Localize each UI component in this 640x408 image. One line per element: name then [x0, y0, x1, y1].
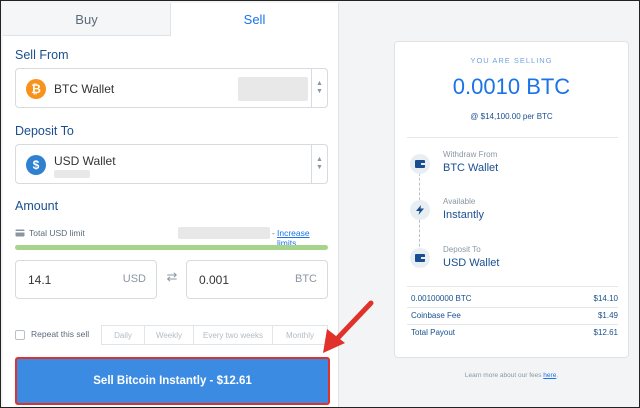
learn-more-text: Learn more about our fees	[464, 372, 542, 379]
swap-arrows-icon[interactable]: ⇄	[163, 269, 181, 287]
you-are-selling-caption: YOU ARE SELLING	[470, 56, 553, 65]
deposit-to-summary-label: Deposit To	[443, 245, 481, 254]
card-icon	[15, 229, 25, 237]
sell-from-label: Sell From	[15, 48, 69, 62]
sell-form-panel: Buy Sell Sell From ₿ BTC Wallet ▲ ▼ Depos…	[3, 3, 339, 407]
amount-label: Amount	[15, 199, 59, 213]
annotation-arrow-icon	[323, 300, 374, 353]
limit-progress-fill	[15, 245, 328, 250]
available-value: Instantly	[443, 209, 484, 221]
frequency-daily[interactable]: Daily	[101, 325, 145, 345]
lightning-icon	[410, 200, 430, 220]
price-per-btc: @ $14,100.00 per BTC	[470, 112, 553, 121]
fee-row-value: $1.49	[597, 311, 618, 320]
available-label: Available	[443, 197, 476, 206]
tab-buy[interactable]: Buy	[3, 3, 170, 36]
wallet-icon	[410, 154, 430, 174]
deposit-to-value: USD Wallet	[54, 154, 116, 168]
usd-amount-input[interactable]: 14.1 USD	[15, 260, 157, 299]
wallet-icon	[410, 248, 430, 268]
deposit-to-select[interactable]: $ USD Wallet ▲ ▼	[15, 144, 328, 184]
fee-row-label: Coinbase Fee	[411, 311, 461, 320]
frequency-weekly[interactable]: Weekly	[144, 325, 194, 345]
divider	[407, 307, 618, 308]
repeat-label: Repeat this sell	[31, 329, 90, 339]
bitcoin-icon: ₿	[26, 79, 46, 99]
dollar-icon: $	[26, 155, 46, 175]
btc-amount-input[interactable]: 0.001 BTC	[186, 260, 328, 299]
usd-amount-value: 14.1	[28, 273, 52, 287]
divider	[407, 324, 618, 325]
select-arrows-icon: ▲ ▼	[311, 69, 327, 107]
selling-amount: 0.0010 BTC	[452, 74, 571, 99]
deposit-to-label: Deposit To	[15, 124, 74, 138]
redacted-balance	[54, 170, 90, 178]
fee-row-label: 0.00100000 BTC	[411, 294, 472, 303]
fee-row-value: $12.61	[593, 328, 618, 337]
fee-row-value: $14.10	[593, 294, 618, 303]
withdraw-from-value: BTC Wallet	[443, 162, 499, 174]
redacted-balance	[238, 77, 308, 101]
limit-separator: -	[272, 228, 275, 238]
fees-here-link[interactable]: here	[543, 372, 556, 379]
btc-amount-row: 0.00100000 BTC $14.10	[411, 294, 618, 303]
redacted-limit	[178, 227, 270, 239]
btc-amount-value: 0.001	[199, 273, 230, 287]
btc-unit-label: BTC	[295, 273, 317, 285]
select-arrows-icon: ▲ ▼	[311, 145, 327, 183]
tab-sell[interactable]: Sell	[170, 3, 338, 36]
buy-sell-tabs: Buy Sell	[3, 3, 338, 36]
divider	[407, 137, 618, 138]
frequency-every-two-weeks[interactable]: Every two weeks	[193, 325, 273, 345]
learn-more-suffix: .	[556, 372, 559, 379]
total-payout-row: Total Payout $12.61	[411, 328, 618, 337]
sell-from-value: BTC Wallet	[54, 82, 115, 96]
sell-bitcoin-button[interactable]: Sell Bitcoin Instantly - $12.61	[15, 357, 330, 405]
sell-from-select[interactable]: ₿ BTC Wallet ▲ ▼	[15, 68, 328, 108]
usd-limit-row: Total USD limit - Increase limits	[15, 227, 328, 248]
repeat-checkbox[interactable]	[15, 330, 25, 340]
coinbase-fee-row: Coinbase Fee $1.49	[411, 311, 618, 320]
usd-unit-label: USD	[122, 273, 146, 285]
sell-summary-card: YOU ARE SELLING 0.0010 BTC @ $14,100.00 …	[394, 41, 629, 358]
limit-progress-bar	[15, 245, 328, 250]
divider	[407, 286, 618, 287]
repeat-sell-row: Repeat this sell Daily Weekly Every two …	[15, 325, 328, 345]
fee-row-label: Total Payout	[411, 328, 456, 337]
withdraw-from-label: Withdraw From	[443, 150, 498, 159]
usd-limit-label: Total USD limit	[29, 228, 85, 238]
learn-more-fees: Learn more about our fees here.	[394, 372, 629, 379]
deposit-to-summary-value: USD Wallet	[443, 257, 500, 269]
